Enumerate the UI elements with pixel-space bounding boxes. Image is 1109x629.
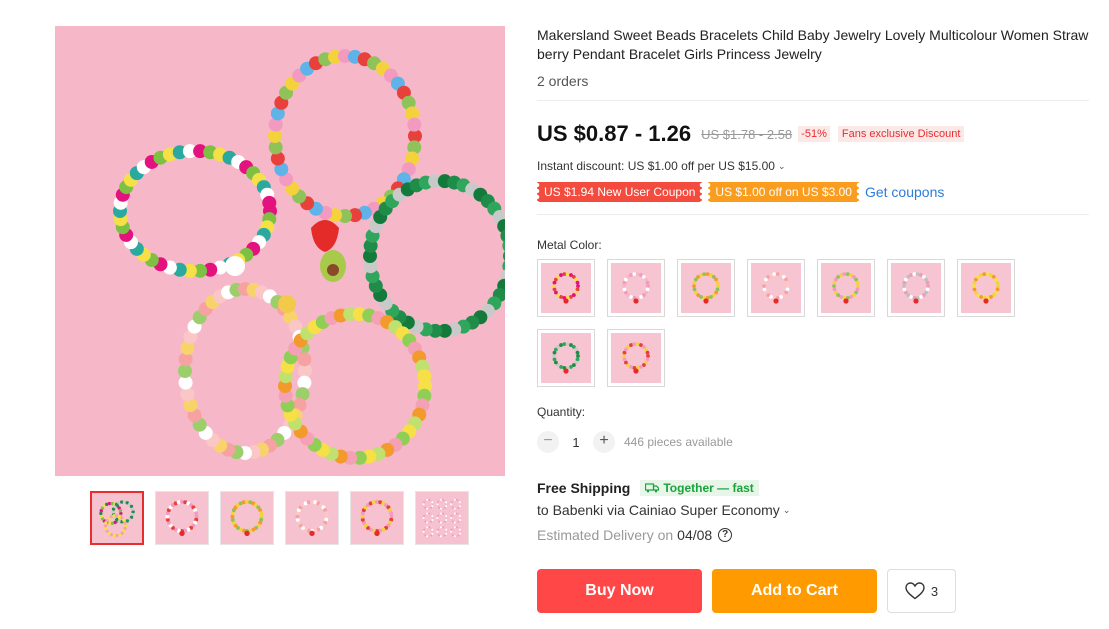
swatch-image [541, 333, 591, 383]
instant-discount-text: Instant discount: US $1.00 off per US $1… [537, 159, 775, 173]
thumbnail-image [295, 499, 329, 537]
new-user-coupon[interactable]: US $1.94 New User Coupon [537, 182, 703, 202]
eta-date: 04/08 [677, 527, 713, 543]
swatch-image [891, 263, 941, 313]
instant-discount[interactable]: Instant discount: US $1.00 off per US $1… [537, 159, 1089, 173]
swatch-bracelet [692, 272, 720, 304]
quantity-plus-button[interactable]: + [593, 431, 615, 453]
thumbnail-image [99, 500, 135, 538]
add-to-cart-button[interactable]: Add to Cart [712, 569, 877, 613]
thumbnail-4[interactable] [285, 491, 339, 545]
color-swatch-2[interactable] [607, 259, 665, 317]
thumbnail-1[interactable] [90, 491, 144, 545]
wishlist-button[interactable]: 3 [887, 569, 956, 613]
variant-label: Metal Color: [537, 238, 602, 252]
color-swatch-7[interactable] [957, 259, 1015, 317]
swatch-image [681, 263, 731, 313]
swatch-image [611, 263, 661, 313]
swatch-image [541, 263, 591, 313]
color-swatch-4[interactable] [747, 259, 805, 317]
get-coupons-link[interactable]: Get coupons [865, 184, 944, 200]
thumbnail-strip [90, 491, 469, 545]
thumbnail-image [230, 499, 264, 537]
fans-discount-badge: Fans exclusive Discount [837, 126, 965, 142]
shipping-row: Free Shipping Together — fast [537, 480, 1089, 496]
swatch-image [821, 263, 871, 313]
swatch-bracelet [622, 342, 650, 374]
bracelet-photo [113, 49, 505, 465]
thumbnail-image [422, 498, 462, 538]
color-swatch-1[interactable] [537, 259, 595, 317]
thumbnail-image [360, 499, 394, 537]
main-product-image[interactable] [55, 26, 505, 476]
discount-badge: -51% [798, 126, 830, 142]
quantity-stepper: − 1 + 446 pieces available [537, 431, 1089, 453]
buy-now-button[interactable]: Buy Now [537, 569, 702, 613]
coupon-row: US $1.94 New User Coupon US $1.00 off on… [537, 182, 1089, 202]
shipping-destination[interactable]: to Babenki via Cainiao Super Economy ⌄ [537, 502, 1089, 518]
color-swatch-5[interactable] [817, 259, 875, 317]
thumbnail-image [165, 499, 199, 537]
product-info: Makersland Sweet Beads Bracelets Child B… [537, 26, 1089, 613]
thumbnail-5[interactable] [350, 491, 404, 545]
color-swatch-6[interactable] [887, 259, 945, 317]
color-swatch-9[interactable] [607, 329, 665, 387]
order-count: 2 orders [537, 73, 589, 89]
estimated-delivery: Estimated Delivery on 04/08 ? [537, 527, 1089, 543]
variant-swatches [537, 259, 1027, 387]
color-swatch-8[interactable] [537, 329, 595, 387]
question-circle-icon[interactable]: ? [718, 528, 733, 542]
swatch-image [961, 263, 1011, 313]
swatch-bracelet [832, 272, 860, 304]
together-badge-text: Together — fast [663, 481, 754, 495]
swatch-bracelet [552, 342, 580, 374]
chevron-down-icon: ⌄ [782, 504, 791, 515]
price-row: US $0.87 - 1.26 US $1.78 - 2.58 -51% Fan… [537, 121, 1089, 147]
swatch-bracelet [902, 272, 930, 304]
action-buttons: Buy Now Add to Cart 3 [537, 569, 1089, 613]
together-badge: Together — fast [640, 480, 759, 496]
chevron-down-icon: ⌄ [777, 160, 786, 171]
current-price: US $0.87 - 1.26 [537, 121, 692, 146]
original-price: US $1.78 - 2.58 [701, 126, 793, 142]
thumbnail-2[interactable] [155, 491, 209, 545]
heart-icon [905, 582, 925, 600]
shipping-destination-text: to Babenki via Cainiao Super Economy [537, 502, 780, 518]
product-title: Makersland Sweet Beads Bracelets Child B… [537, 27, 1089, 62]
truck-icon [645, 483, 660, 493]
swatch-bracelet [622, 272, 650, 304]
divider [537, 214, 1089, 215]
stock-available: 446 pieces available [624, 435, 733, 449]
swatch-image [611, 333, 661, 383]
store-coupon[interactable]: US $1.00 off on US $3.00 [708, 182, 859, 202]
swatch-bracelet [972, 272, 1000, 304]
swatch-image [751, 263, 801, 313]
free-shipping-title: Free Shipping [537, 480, 631, 496]
thumbnail-3[interactable] [220, 491, 274, 545]
divider [537, 100, 1089, 101]
quantity-input[interactable]: 1 [559, 435, 593, 450]
wishlist-count: 3 [930, 583, 939, 599]
swatch-bracelet [762, 272, 790, 304]
eta-label: Estimated Delivery on [537, 527, 674, 543]
quantity-minus-button[interactable]: − [537, 431, 559, 453]
thumbnail-6[interactable] [415, 491, 469, 545]
quantity-label: Quantity: [537, 405, 586, 419]
swatch-bracelet [552, 272, 580, 304]
color-swatch-3[interactable] [677, 259, 735, 317]
